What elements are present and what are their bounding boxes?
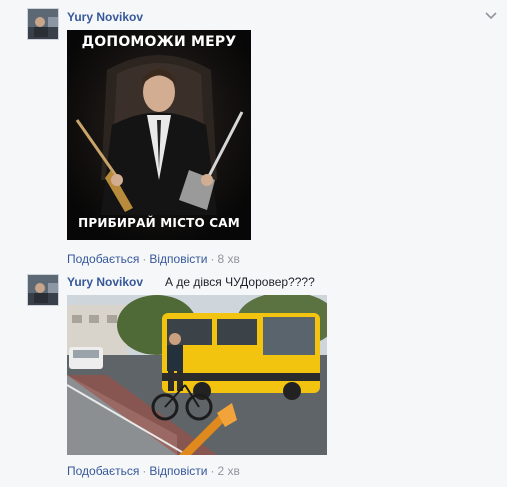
comment-actions: Подобається · Відповісти · 8 хв bbox=[67, 252, 240, 266]
meme-caption-top: ДОПОМОЖИ МЕРУ bbox=[81, 34, 237, 50]
comment-text: А де дівся ЧУДоровер???? bbox=[165, 275, 315, 289]
separator: · bbox=[210, 252, 215, 266]
avatar[interactable] bbox=[27, 8, 59, 40]
comment: Yury Novikov А де дівся ЧУДоровер???? По… bbox=[0, 265, 507, 487]
chevron-down-icon[interactable] bbox=[483, 9, 499, 23]
separator: · bbox=[142, 464, 147, 478]
comment-author[interactable]: Yury Novikov bbox=[67, 10, 143, 24]
comment-actions: Подобається · Відповісти · 2 хв bbox=[67, 464, 240, 478]
separator: · bbox=[210, 464, 215, 478]
meme-image[interactable]: ДОПОМОЖИ МЕРУ ПРИБИРАЙ МІСТО САМ bbox=[67, 30, 251, 240]
reply-link[interactable]: Відповісти bbox=[149, 464, 207, 478]
meme-caption-bottom: ПРИБИРАЙ МІСТО САМ bbox=[78, 216, 240, 230]
comment: Yury Novikov ДОПОМОЖИ МЕРУ ПРИБИРАЙ МІСТ… bbox=[0, 0, 507, 266]
timestamp[interactable]: 2 хв bbox=[217, 464, 239, 478]
like-link[interactable]: Подобається bbox=[67, 464, 139, 478]
timestamp[interactable]: 8 хв bbox=[217, 252, 239, 266]
comment-author[interactable]: Yury Novikov bbox=[67, 275, 143, 289]
separator: · bbox=[142, 252, 147, 266]
street-photo[interactable] bbox=[67, 295, 327, 455]
like-link[interactable]: Подобається bbox=[67, 252, 139, 266]
avatar[interactable] bbox=[27, 274, 59, 306]
reply-link[interactable]: Відповісти bbox=[149, 252, 207, 266]
